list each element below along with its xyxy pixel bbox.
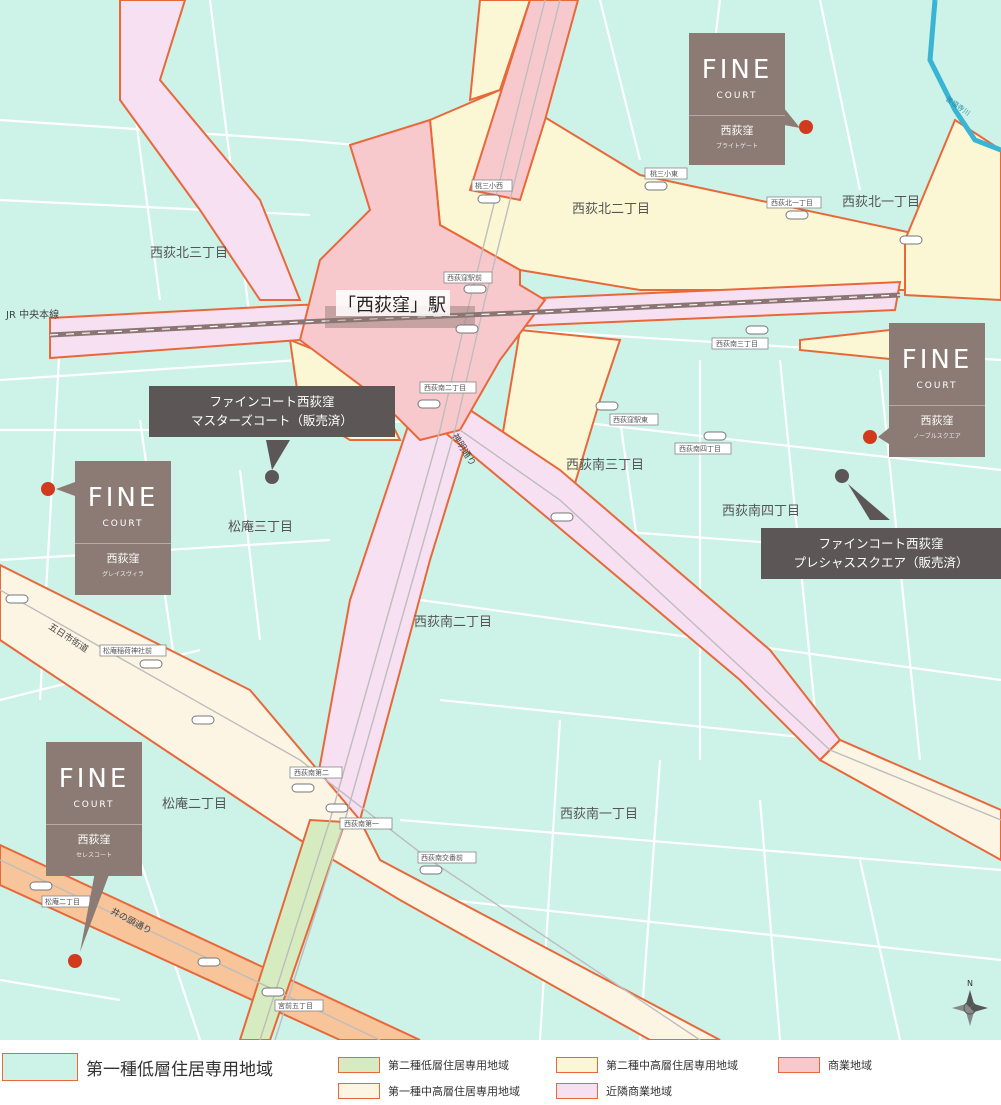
card-sub: ノーブルスクエア xyxy=(913,433,961,440)
card-name: 西荻窪 xyxy=(77,833,111,846)
bus-stop: 西荻南第一 xyxy=(339,817,393,830)
property-card: FINE COURT 西荻窪 セレスコート xyxy=(46,742,142,876)
property-marker-noble xyxy=(863,430,877,444)
svg-text:西荻北一丁目: 西荻北一丁目 xyxy=(771,198,813,207)
district-label: 西荻北二丁目 xyxy=(572,202,650,217)
card-court: COURT xyxy=(916,381,958,391)
legend-swatch xyxy=(556,1057,598,1073)
card-sub: セレスコート xyxy=(75,852,112,859)
sold-callout: ファインコート西荻窪 マスターズコート（販売済） xyxy=(149,386,395,437)
svg-text:松庵稲荷神社前: 松庵稲荷神社前 xyxy=(103,646,152,655)
legend-label: 第一種中高層住居専用地域 xyxy=(388,1085,520,1098)
card-divider xyxy=(689,115,785,116)
property-card: FINE COURT 西荻窪 ノーブルスクエア xyxy=(889,323,985,457)
bus-stop: 西荻南交番前 xyxy=(417,851,477,864)
card-name: 西荻窪 xyxy=(720,124,754,137)
svg-text:桃三小東: 桃三小東 xyxy=(650,169,678,178)
card-divider xyxy=(75,543,171,544)
station-label: 「西荻窪」駅 xyxy=(338,295,446,316)
svg-text:西荻窪駅東: 西荻窪駅東 xyxy=(613,415,648,424)
legend-item: 第一種低層住居専用地域 xyxy=(2,1053,273,1081)
card-court: COURT xyxy=(716,91,758,101)
sold-callout-line1: ファインコート西荻窪 xyxy=(818,536,944,551)
svg-text:西荻南二丁目: 西荻南二丁目 xyxy=(424,383,466,392)
svg-text:西荻窪駅前: 西荻窪駅前 xyxy=(447,273,482,282)
district-label: 西荻南一丁目 xyxy=(560,806,638,822)
card-fine: FINE xyxy=(58,764,130,794)
legend-item: 第一種中高層住居専用地域 xyxy=(338,1083,520,1099)
card-court: COURT xyxy=(73,800,115,810)
card-fine: FINE xyxy=(901,345,973,375)
svg-text:西荻南四丁目: 西荻南四丁目 xyxy=(679,444,721,453)
rail-label: JR 中央本線 xyxy=(5,308,59,321)
svg-text:宮前五丁目: 宮前五丁目 xyxy=(278,1001,313,1010)
legend-swatch xyxy=(338,1083,380,1099)
svg-text:西荻南第二: 西荻南第二 xyxy=(294,768,329,777)
card-name: 西荻窪 xyxy=(920,414,954,427)
sold-marker-precious xyxy=(835,469,849,483)
district-label: 松庵二丁目 xyxy=(162,796,227,812)
compass-label: N xyxy=(967,979,973,988)
property-marker-grace xyxy=(41,482,55,496)
district-label: 西荻南四丁目 xyxy=(722,503,800,519)
bus-stop: 西荻南四丁目 xyxy=(674,442,732,455)
legend-swatch xyxy=(556,1083,598,1099)
sold-callout-line2: プレシャススクエア（販売済） xyxy=(793,555,969,571)
legend-label: 第二種低層住居専用地域 xyxy=(388,1059,509,1072)
legend-item: 商業地域 xyxy=(778,1057,872,1073)
bus-stop: 桃三小西 xyxy=(471,179,513,192)
district-label: 西荻北一丁目 xyxy=(842,195,920,210)
bus-stop: 西荻窪駅東 xyxy=(609,413,659,426)
property-marker-brightgate xyxy=(799,120,813,134)
legend-label: 商業地域 xyxy=(828,1059,872,1072)
district-label: 西荻北三丁目 xyxy=(150,246,228,261)
sold-marker-masters xyxy=(265,470,279,484)
legend-item: 近隣商業地域 xyxy=(556,1083,672,1099)
card-sub: ブライトゲート xyxy=(715,143,758,150)
legend: 第一種低層住居専用地域 第二種低層住居専用地域 第二種中高層住居専用地域 商業地… xyxy=(0,1045,1001,1105)
sold-callout: ファインコート西荻窪 プレシャススクエア（販売済） xyxy=(761,528,1001,579)
bus-stop: 西荻南二丁目 xyxy=(419,381,477,394)
card-name: 西荻窪 xyxy=(106,552,140,565)
legend-item: 第二種低層住居専用地域 xyxy=(338,1057,509,1073)
svg-text:西荻南三丁目: 西荻南三丁目 xyxy=(716,339,758,348)
district-label: 西荻南三丁目 xyxy=(566,457,644,473)
bus-stop: 西荻南三丁目 xyxy=(711,337,769,350)
legend-swatch xyxy=(2,1053,78,1081)
property-card: FINE COURT 西荻窪 ブライトゲート xyxy=(689,33,785,165)
svg-text:桃三小西: 桃三小西 xyxy=(475,181,503,190)
legend-label: 第二種中高層住居専用地域 xyxy=(606,1059,738,1072)
legend-label: 近隣商業地域 xyxy=(606,1085,672,1098)
card-fine: FINE xyxy=(701,55,773,85)
district-label: 松庵三丁目 xyxy=(228,519,293,535)
property-card: FINE COURT 西荻窪 グレイスヴィラ xyxy=(75,461,171,595)
bus-stop: 松庵稲荷神社前 xyxy=(99,644,167,657)
card-fine: FINE xyxy=(87,483,159,513)
legend-label: 第一種低層住居専用地域 xyxy=(86,1059,273,1080)
district-label: 西荻南二丁目 xyxy=(414,614,492,630)
bus-stop: 西荻北一丁目 xyxy=(766,196,822,209)
svg-text:西荻南第一: 西荻南第一 xyxy=(344,819,379,828)
card-sub: グレイスヴィラ xyxy=(102,571,144,578)
svg-text:西荻南交番前: 西荻南交番前 xyxy=(421,853,463,862)
bus-stop: 宮前五丁目 xyxy=(274,999,324,1012)
card-court: COURT xyxy=(102,519,144,529)
sold-callout-line2: マスターズコート（販売済） xyxy=(191,413,353,429)
card-divider xyxy=(889,405,985,406)
svg-text:松庵二丁目: 松庵二丁目 xyxy=(45,897,80,906)
sold-callout-line1: ファインコート西荻窪 xyxy=(209,394,335,409)
bus-stop: 桃三小東 xyxy=(644,167,688,180)
legend-swatch xyxy=(338,1057,380,1073)
legend-item: 第二種中高層住居専用地域 xyxy=(556,1057,738,1073)
legend-swatch xyxy=(778,1057,820,1073)
property-marker-ceres xyxy=(68,954,82,968)
bus-stop: 松庵二丁目 xyxy=(41,895,91,908)
card-divider xyxy=(46,824,142,825)
bus-stop: 西荻窪駅前 xyxy=(443,271,493,284)
bus-stop: 西荻南第二 xyxy=(289,766,343,779)
